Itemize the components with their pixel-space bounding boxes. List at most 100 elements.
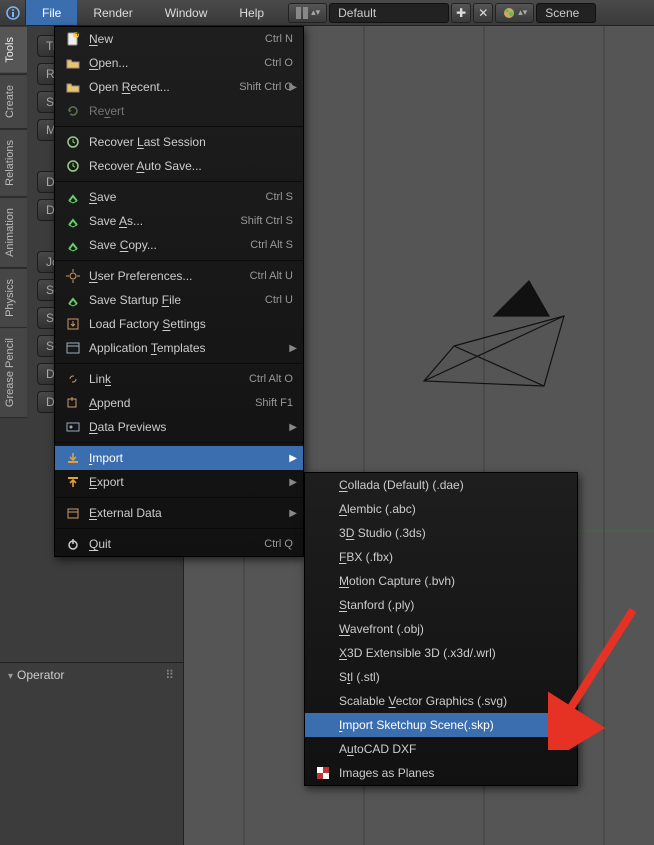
link-icon [63,371,83,387]
file-menu-item[interactable]: Load Factory Settings [55,312,303,336]
vtab-animation[interactable]: Animation [0,197,27,268]
doc-new-icon: + [63,31,83,47]
power-icon [63,536,83,552]
menu-file[interactable]: File [26,0,77,25]
layout-delete-button[interactable]: ✕ [473,3,493,23]
menu-shortcut: Ctrl S [266,191,294,203]
file-menu-item[interactable]: Data Previews▶ [55,415,303,439]
import-submenu-item[interactable]: 3D Studio (.3ds) [305,521,577,545]
folder-icon [63,55,83,71]
layout-browse-button[interactable]: ▴▾ [288,3,327,23]
blank-icon [313,621,333,637]
save-icon [63,189,83,205]
file-menu-item[interactable]: Recover Last Session [55,130,303,154]
vtab-relations[interactable]: Relations [0,129,27,197]
menu-item-label: Collada (Default) (.dae) [339,478,567,492]
import-submenu-item[interactable]: Alembic (.abc) [305,497,577,521]
import-submenu-item[interactable]: Motion Capture (.bvh) [305,569,577,593]
layout-name-field[interactable]: Default [329,3,449,23]
blank-icon [313,645,333,661]
file-menu-item[interactable]: Save Copy...Ctrl Alt S [55,233,303,257]
blank-icon [313,693,333,709]
vtab-tools[interactable]: Tools [0,26,27,74]
menu-item-label: Recover Last Session [89,135,293,149]
file-menu-item[interactable]: QuitCtrl Q [55,532,303,556]
import-submenu-item[interactable]: Images as Planes [305,761,577,785]
file-menu-item[interactable]: Open Recent...Shift Ctrl O▶ [55,75,303,99]
submenu-arrow-icon: ▶ [289,508,297,519]
drag-handle-icon[interactable]: ⠿ [165,668,175,682]
file-menu-item[interactable]: Import▶ [55,446,303,470]
menu-item-label: Append [89,396,255,410]
import-submenu-item[interactable]: Import Sketchup Scene(.skp) [305,713,577,737]
menu-item-label: Import Sketchup Scene(.skp) [339,718,567,732]
menu-shortcut: Ctrl O [264,57,293,69]
menu-item-label: FBX (.fbx) [339,550,567,564]
menu-item-label: Data Previews [89,420,293,434]
folder-icon [63,79,83,95]
import-submenu-item[interactable]: AutoCAD DXF [305,737,577,761]
import-submenu-item[interactable]: Scalable Vector Graphics (.svg) [305,689,577,713]
file-menu-item[interactable]: LinkCtrl Alt O [55,367,303,391]
annotation-arrow [548,600,648,750]
file-menu-item[interactable]: User Preferences...Ctrl Alt U [55,264,303,288]
menu-item-label: Link [89,372,249,386]
file-menu-item[interactable]: +NewCtrl N [55,27,303,51]
menu-item-label: Load Factory Settings [89,317,293,331]
menu-item-label: X3D Extensible 3D (.x3d/.wrl) [339,646,567,660]
template-icon [63,340,83,356]
layout-add-button[interactable]: ✚ [451,3,471,23]
file-menu-item[interactable]: Export▶ [55,470,303,494]
import-submenu-item[interactable]: Stl (.stl) [305,665,577,689]
menu-item-label: Open Recent... [89,80,239,94]
blank-icon [313,501,333,517]
file-menu-item[interactable]: Open...Ctrl O [55,51,303,75]
menu-item-label: Scalable Vector Graphics (.svg) [339,694,567,708]
menu-item-label: Stanford (.ply) [339,598,567,612]
file-menu-item[interactable]: Recover Auto Save... [55,154,303,178]
vtab-greasepencil[interactable]: Grease Pencil [0,327,27,418]
menu-item-label: Wavefront (.obj) [339,622,567,636]
menubar: File Render Window Help ▴▾ Default ✚ ✕ ▴… [0,0,654,26]
import-submenu-item[interactable]: Wavefront (.obj) [305,617,577,641]
scene-browse-button[interactable]: ▴▾ [495,3,534,23]
menu-help[interactable]: Help [223,0,280,25]
menu-item-label: Revert [89,104,293,118]
menu-render[interactable]: Render [77,0,148,25]
scene-name-field[interactable]: Scene [536,3,596,23]
vtab-create[interactable]: Create [0,74,27,129]
info-icon[interactable] [0,0,26,25]
file-menu-item[interactable]: SaveCtrl S [55,185,303,209]
preview-icon [63,419,83,435]
menu-item-label: Application Templates [89,341,293,355]
menu-shortcut: Ctrl U [265,294,293,306]
menu-item-label: Save Copy... [89,238,250,252]
pkg-icon [63,505,83,521]
blank-icon [313,573,333,589]
menu-item-label: Save [89,190,266,204]
menu-item-label: New [89,32,265,46]
file-menu-item[interactable]: Revert [55,99,303,123]
import-submenu-item[interactable]: X3D Extensible 3D (.x3d/.wrl) [305,641,577,665]
file-menu-item[interactable]: AppendShift F1 [55,391,303,415]
vtab-physics[interactable]: Physics [0,268,27,328]
import-submenu-item[interactable]: Collada (Default) (.dae) [305,473,577,497]
file-menu-item[interactable]: Save Startup FileCtrl U [55,288,303,312]
menu-item-label: Save As... [89,214,240,228]
menu-item-label: 3D Studio (.3ds) [339,526,567,540]
save-icon [63,213,83,229]
export-icon [63,474,83,490]
import-submenu-item[interactable]: Stanford (.ply) [305,593,577,617]
toolshelf-tabs: Tools Create Relations Animation Physics… [0,26,27,419]
file-menu-item[interactable]: Save As...Shift Ctrl S [55,209,303,233]
menu-item-label: Export [89,475,293,489]
save-icon [63,292,83,308]
file-menu-item[interactable]: Application Templates▶ [55,336,303,360]
checker-icon [313,765,333,781]
menu-item-label: Import [89,451,293,465]
file-menu-item[interactable]: External Data▶ [55,501,303,525]
svg-text:+: + [74,31,81,40]
import-submenu-item[interactable]: FBX (.fbx) [305,545,577,569]
menu-window[interactable]: Window [149,0,224,25]
menu-shortcut: Shift Ctrl S [240,215,293,227]
